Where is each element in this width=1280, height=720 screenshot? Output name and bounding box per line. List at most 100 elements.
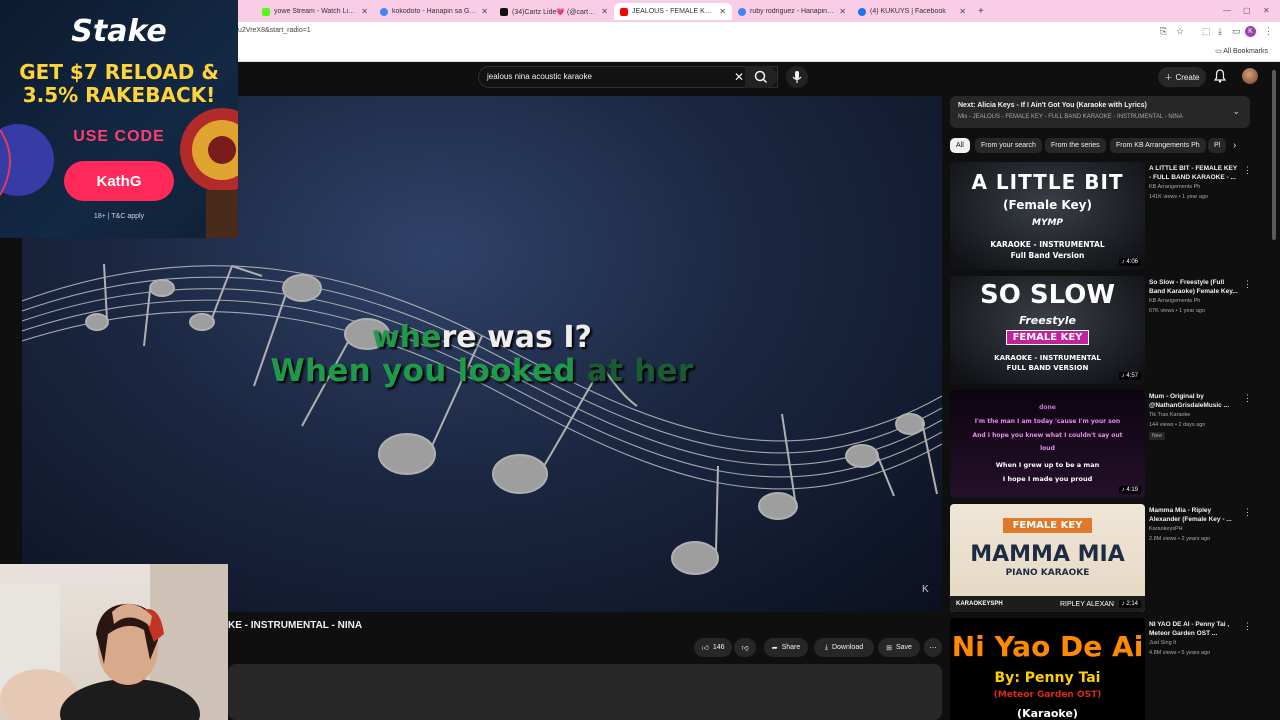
close-icon[interactable]: ✕ — [481, 7, 488, 16]
close-icon[interactable]: ✕ — [361, 7, 368, 16]
menu-kebab-icon[interactable]: ⋮ — [1264, 26, 1273, 37]
ad-headline: GET $7 RELOAD & — [19, 60, 219, 84]
recommendation-item[interactable]: done I'm the man I am today 'cause I'm y… — [950, 390, 1252, 500]
stake-logo: Stake — [71, 14, 167, 49]
thumb-text: (Female Key) — [1003, 198, 1092, 212]
recommendation-item[interactable]: FEMALE KEY MAMMA MIA PIANO KARAOKE KARAO… — [950, 504, 1252, 614]
sidepanel-icon[interactable]: ▭ — [1232, 26, 1241, 37]
create-button[interactable]: ＋ Create — [1158, 67, 1206, 87]
rec-title[interactable]: NI YAO DE AI - Penny Tai , Meteor Garden… — [1149, 620, 1239, 638]
dislike-button[interactable]: 👎︎ — [734, 638, 756, 657]
browser-tab[interactable]: (34)Cartz Lide💗 (@cartzlee) | ✕ — [494, 3, 614, 20]
like-button[interactable]: 👍︎ 146 — [694, 638, 732, 657]
search-input[interactable]: jealous nina acoustic karaoke ✕ — [478, 66, 778, 88]
rec-channel[interactable]: Just Sing It — [1149, 640, 1176, 646]
download-button[interactable]: ⤓ Download — [814, 638, 874, 657]
thumb-text: When I grew up to be a man — [995, 461, 1100, 469]
thumb-text: FEMALE KEY — [950, 330, 1145, 345]
rec-meta: 4.8M views • 5 years ago — [1149, 650, 1211, 656]
rec-channel[interactable]: KB Arrangements Ph — [1149, 184, 1200, 190]
close-icon[interactable]: ✕ — [601, 7, 608, 16]
search-query[interactable]: jealous nina acoustic karaoke — [487, 72, 592, 81]
thumb-text: By: Penny Tai — [994, 670, 1101, 686]
chip-all[interactable]: All — [950, 138, 970, 153]
extensions-icon[interactable]: ⬚ — [1202, 26, 1211, 37]
rec-channel[interactable]: Tik Trax Karaoke — [1149, 412, 1190, 418]
rec-meta: 2.8M views • 2 years ago — [1149, 536, 1211, 542]
recommendation-item[interactable]: SO SLOW Freestyle FEMALE KEY KARAOKE - I… — [950, 276, 1252, 386]
video-thumbnail[interactable]: SO SLOW Freestyle FEMALE KEY KARAOKE - I… — [950, 276, 1145, 384]
rec-title[interactable]: A LITTLE BIT - FEMALE KEY - FULL BAND KA… — [1149, 164, 1239, 182]
chevron-right-icon[interactable]: › — [1233, 140, 1236, 151]
cast-icon[interactable]: ⎘ — [1160, 26, 1167, 37]
minimize-icon[interactable]: — — [1223, 6, 1231, 15]
chip-from-your-search[interactable]: From your search — [975, 138, 1042, 153]
profile-avatar[interactable]: K — [1245, 26, 1256, 37]
chip-playlist[interactable]: Pl — [1208, 138, 1226, 153]
all-bookmarks-link[interactable]: ▭ All Bookmarks — [1215, 47, 1268, 55]
more-vertical-icon[interactable]: ⋮ — [1243, 165, 1252, 176]
account-avatar[interactable] — [1242, 68, 1258, 84]
sponsor-ad-overlay: Stake GET $7 RELOAD & 3.5% RAKEBACK! USE… — [0, 0, 238, 238]
bookmark-star-icon[interactable]: ☆ — [1176, 26, 1184, 37]
more-vertical-icon[interactable]: ⋮ — [1243, 507, 1252, 518]
thumbs-up-icon: 👍︎ — [701, 645, 709, 652]
more-actions-button[interactable]: ⋯ — [924, 638, 942, 657]
browser-tab-active[interactable]: JEALOUS - FEMALE KEY - FULL ✕ — [614, 3, 732, 20]
video-thumbnail[interactable]: FEMALE KEY MAMMA MIA PIANO KARAOKE KARAO… — [950, 504, 1145, 612]
tab-label: JEALOUS - FEMALE KEY - FULL — [632, 8, 715, 15]
close-icon[interactable]: ✕ — [719, 7, 726, 16]
lyric-line-current: where was I? — [22, 320, 942, 355]
downloads-icon[interactable]: ⤓ — [1218, 26, 1222, 37]
page-scrollbar[interactable] — [1272, 70, 1276, 240]
video-thumbnail[interactable]: A LITTLE BIT (Female Key) MYMP KARAOKE -… — [950, 162, 1145, 270]
rec-channel[interactable]: KB Arrangements Ph — [1149, 298, 1200, 304]
close-icon[interactable]: ✕ — [959, 7, 966, 16]
chevron-down-icon[interactable]: ⌄ — [1232, 106, 1240, 117]
recommendation-item[interactable]: A LITTLE BIT (Female Key) MYMP KARAOKE -… — [950, 162, 1252, 272]
share-button[interactable]: ➦ Share — [764, 638, 808, 657]
rec-title[interactable]: Mamma Mia - Ripley Alexander (Female Key… — [1149, 506, 1239, 524]
window-close-icon[interactable]: ✕ — [1263, 6, 1270, 15]
chip-from-the-series[interactable]: From the series — [1045, 138, 1106, 153]
tab-label: ruby rodriguez - Hanapin sa G — [750, 8, 836, 15]
share-label: Share — [781, 644, 801, 651]
video-thumbnail[interactable]: Ni Yao De Ai By: Penny Tai (Meteor Garde… — [950, 618, 1145, 720]
search-button[interactable] — [745, 66, 777, 88]
more-vertical-icon[interactable]: ⋮ — [1243, 621, 1250, 632]
tab-label: yowe Stream - Watch Live on K — [274, 8, 357, 15]
chip-from-kb-arrangements[interactable]: From KB Arrangements Ph — [1110, 138, 1206, 153]
browser-tab[interactable]: kokodoto - Hanapin sa Google ✕ — [374, 3, 494, 20]
notifications-bell-icon[interactable] — [1212, 68, 1228, 84]
channel-watermark-icon[interactable]: K — [922, 584, 929, 595]
thumb-text: FULL BAND VERSION — [1006, 364, 1089, 372]
thumb-text: (Karaoke) — [1017, 707, 1078, 720]
url-text[interactable]: u2VreX8&start_radio=1 — [238, 27, 311, 34]
duration-text: 4:06 — [1126, 259, 1138, 265]
voice-search-button[interactable] — [786, 66, 808, 88]
rec-channel[interactable]: KaraokeysPH — [1149, 526, 1183, 532]
maximize-icon[interactable]: ▢ — [1243, 6, 1251, 15]
thumb-text: loud — [1040, 445, 1055, 452]
microphone-icon — [792, 71, 802, 83]
tiktok-favicon-icon — [500, 7, 508, 16]
rec-title[interactable]: Mum - Original by @NathanGrisdaleMusic .… — [1149, 392, 1239, 410]
browser-tab[interactable]: yowe Stream - Watch Live on K ✕ — [256, 3, 374, 20]
video-thumbnail[interactable]: done I'm the man I am today 'cause I'm y… — [950, 390, 1145, 498]
browser-tab[interactable]: (4) KUKUYS | Facebook ✕ — [852, 3, 972, 20]
description-box[interactable] — [228, 664, 942, 720]
thumb-text: FEMALE KEY — [950, 518, 1145, 533]
recommendation-item[interactable]: Ni Yao De Ai By: Penny Tai (Meteor Garde… — [950, 618, 1250, 720]
save-button[interactable]: ⊞ Save — [878, 638, 920, 657]
rec-title[interactable]: So Slow - Freestyle (Full Band Karaoke) … — [1149, 278, 1239, 296]
duration-text: 4:57 — [1126, 373, 1138, 379]
close-icon[interactable]: ✕ — [839, 7, 846, 16]
browser-tab[interactable]: ruby rodriguez - Hanapin sa G ✕ — [732, 3, 852, 20]
mix-playlist-header[interactable]: Next: Alicia Keys - If I Ain't Got You (… — [950, 96, 1250, 128]
more-vertical-icon[interactable]: ⋮ — [1243, 279, 1252, 290]
clear-search-icon[interactable]: ✕ — [734, 70, 744, 84]
new-tab-button[interactable]: + — [972, 3, 988, 20]
more-vertical-icon[interactable]: ⋮ — [1243, 393, 1252, 404]
thumb-text: KARAOKE - INSTRUMENTAL — [990, 240, 1105, 249]
duration-badge: ♪ 2:14 — [1118, 600, 1141, 608]
